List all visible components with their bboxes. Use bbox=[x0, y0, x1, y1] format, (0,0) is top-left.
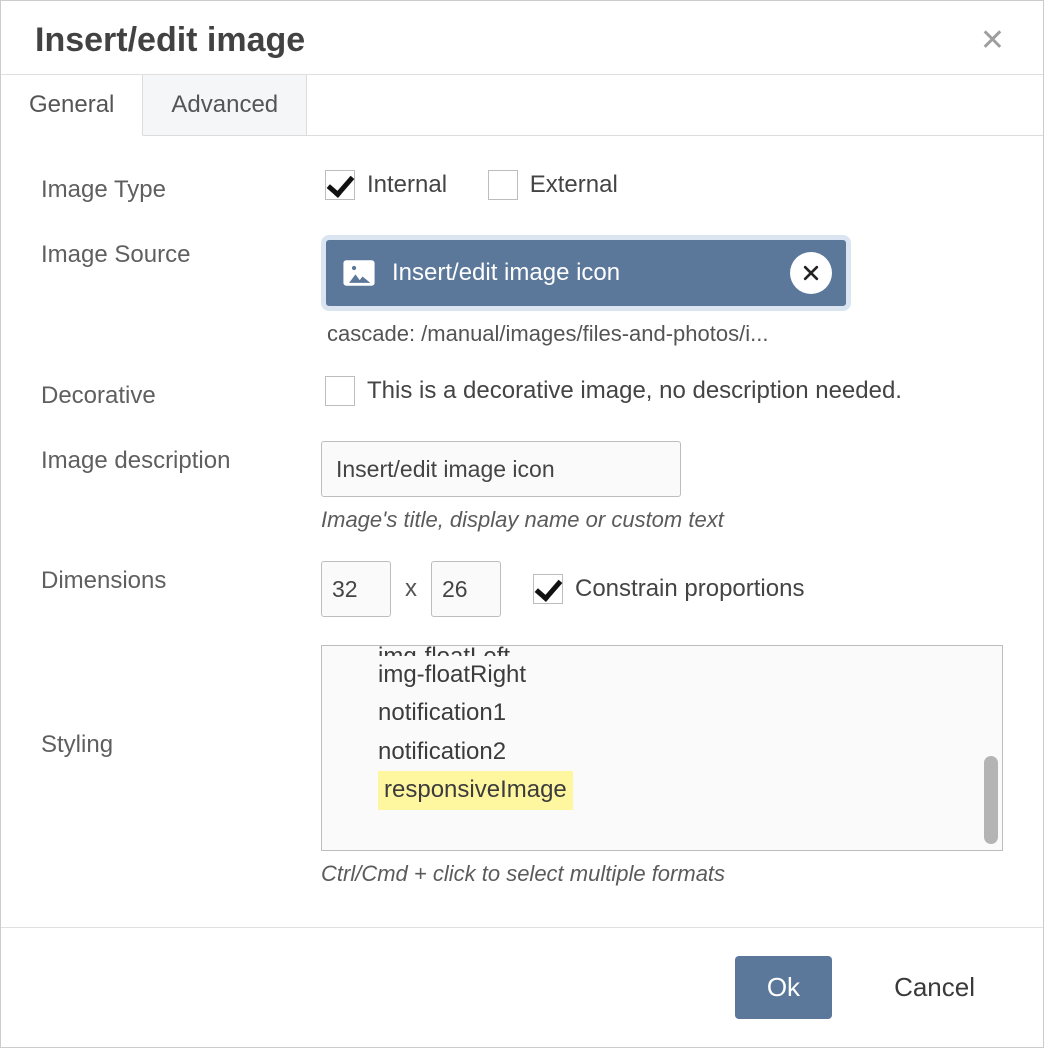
row-image-source: Image Source Insert/edit image icon bbox=[41, 235, 1003, 348]
dialog-body: Image Type Internal External Image Sourc… bbox=[1, 136, 1043, 927]
styling-help: Ctrl/Cmd + click to select multiple form… bbox=[321, 861, 1003, 887]
styling-option[interactable]: img-floatRight bbox=[378, 656, 1002, 694]
styling-option[interactable]: img-floatLeft bbox=[378, 645, 1002, 656]
width-input[interactable] bbox=[321, 561, 391, 617]
checkbox-icon[interactable] bbox=[533, 574, 563, 604]
cancel-button[interactable]: Cancel bbox=[862, 956, 1007, 1019]
decorative-checkbox[interactable]: This is a decorative image, no descripti… bbox=[321, 376, 902, 406]
tab-advanced[interactable]: Advanced bbox=[143, 75, 307, 135]
image-description-input[interactable] bbox=[321, 441, 681, 497]
ok-button[interactable]: Ok bbox=[735, 956, 832, 1019]
label-image-description: Image description bbox=[41, 441, 321, 475]
styling-option-highlighted[interactable]: responsiveImage bbox=[378, 771, 573, 809]
image-source-chip[interactable]: Insert/edit image icon bbox=[321, 235, 851, 311]
image-type-external-label: External bbox=[530, 171, 618, 199]
row-dimensions: Dimensions x Constrain proportions bbox=[41, 561, 1003, 617]
label-image-source: Image Source bbox=[41, 235, 321, 269]
image-type-internal-label: Internal bbox=[367, 171, 447, 199]
close-icon[interactable]: ✕ bbox=[972, 22, 1013, 60]
constrain-proportions-label: Constrain proportions bbox=[575, 575, 804, 603]
row-decorative: Decorative This is a decorative image, n… bbox=[41, 376, 1003, 413]
tab-general[interactable]: General bbox=[1, 75, 143, 136]
label-decorative: Decorative bbox=[41, 376, 321, 410]
image-icon bbox=[342, 256, 376, 290]
row-styling: Styling img-floatLeft img-floatRight not… bbox=[41, 645, 1003, 887]
styling-listbox[interactable]: img-floatLeft img-floatRight notificatio… bbox=[321, 645, 1003, 851]
row-image-type: Image Type Internal External bbox=[41, 170, 1003, 207]
dimensions-separator: x bbox=[405, 575, 417, 603]
tabs: General Advanced bbox=[1, 75, 1043, 136]
styling-option[interactable]: notification1 bbox=[378, 694, 1002, 732]
label-dimensions: Dimensions bbox=[41, 561, 321, 595]
styling-option[interactable]: notification2 bbox=[378, 733, 1002, 771]
checkbox-icon[interactable] bbox=[325, 170, 355, 200]
dialog-header: Insert/edit image ✕ bbox=[1, 1, 1043, 75]
dialog-title: Insert/edit image bbox=[35, 21, 305, 60]
checkbox-icon[interactable] bbox=[325, 376, 355, 406]
image-type-internal[interactable]: Internal bbox=[321, 170, 447, 200]
label-styling: Styling bbox=[41, 645, 321, 759]
image-source-path: cascade: /manual/images/files-and-photos… bbox=[327, 321, 851, 347]
image-type-external[interactable]: External bbox=[484, 170, 618, 200]
dialog-footer: Ok Cancel bbox=[1, 927, 1043, 1047]
label-image-type: Image Type bbox=[41, 170, 321, 204]
insert-edit-image-dialog: Insert/edit image ✕ General Advanced Ima… bbox=[0, 0, 1044, 1048]
image-source-chip-label: Insert/edit image icon bbox=[392, 259, 774, 287]
checkbox-icon[interactable] bbox=[488, 170, 518, 200]
row-image-description: Image description Image's title, display… bbox=[41, 441, 1003, 533]
height-input[interactable] bbox=[431, 561, 501, 617]
clear-source-icon[interactable] bbox=[790, 252, 832, 294]
constrain-proportions[interactable]: Constrain proportions bbox=[529, 574, 804, 604]
decorative-text: This is a decorative image, no descripti… bbox=[367, 377, 902, 405]
image-description-help: Image's title, display name or custom te… bbox=[321, 507, 1003, 533]
scrollbar[interactable] bbox=[984, 756, 998, 844]
